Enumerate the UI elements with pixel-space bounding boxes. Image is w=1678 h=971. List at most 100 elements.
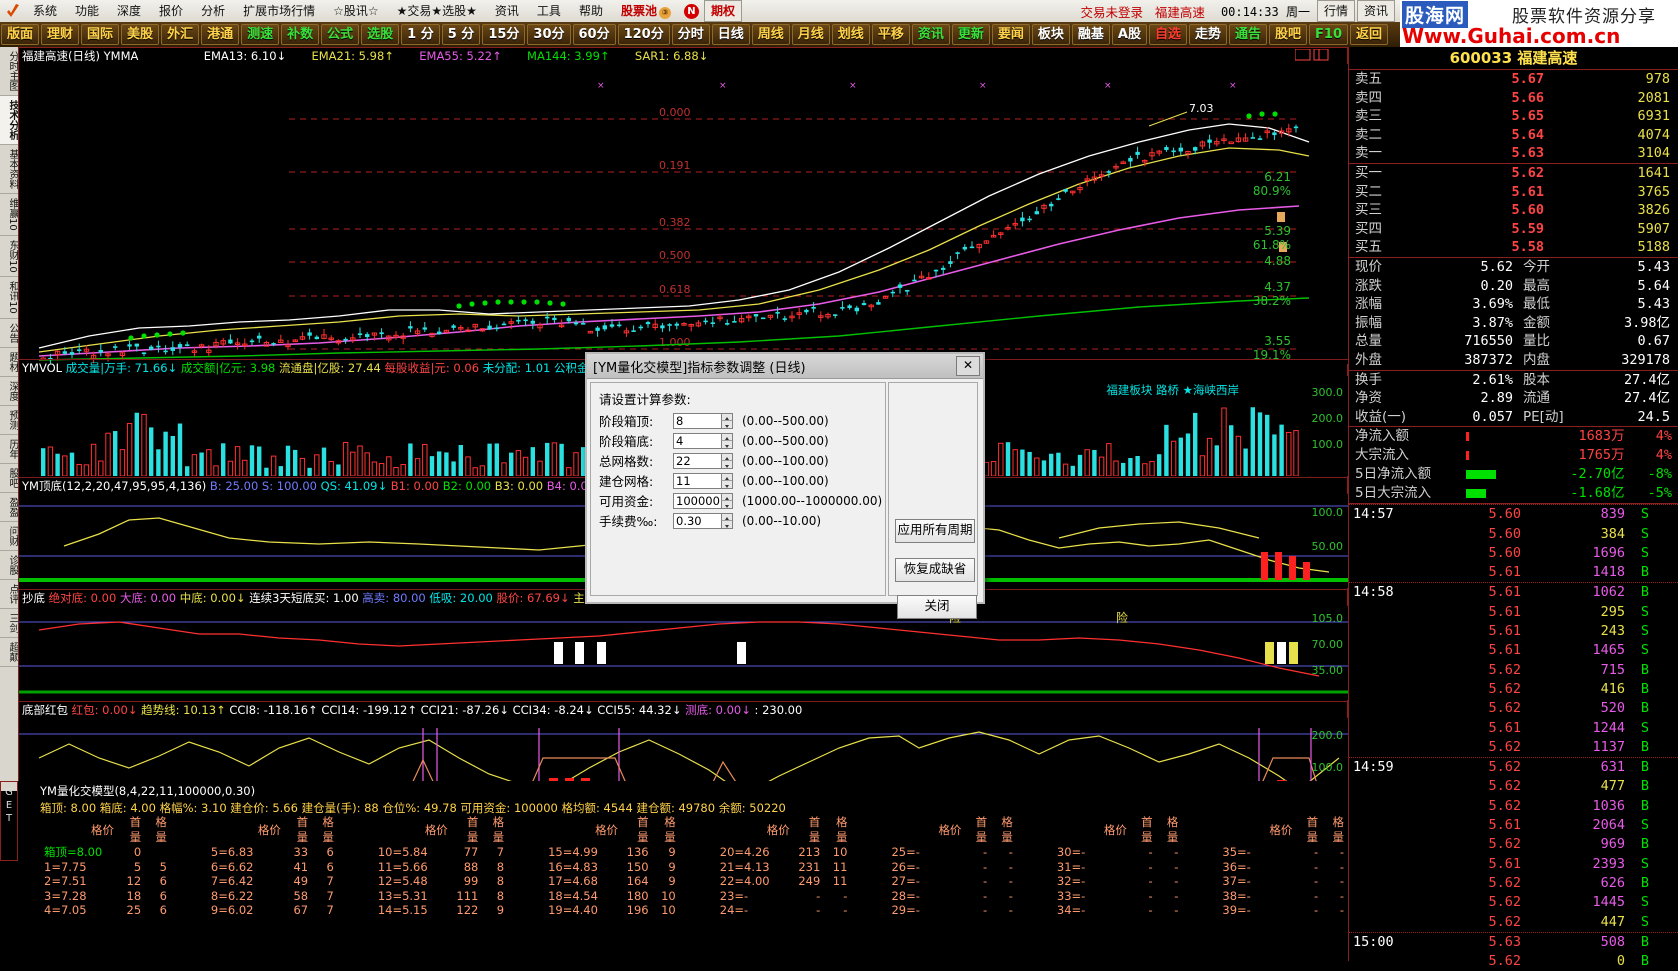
toolbar-button-选股[interactable]: 选股 <box>361 24 400 45</box>
dialog-input-4[interactable] <box>674 493 726 508</box>
toolbar-button-平移[interactable]: 平移 <box>871 24 910 45</box>
toolbar-button-120分[interactable]: 120分 <box>617 24 670 45</box>
menu-item-tools[interactable]: 工具 <box>528 1 570 21</box>
side-tab-2[interactable]: 基本资料 <box>0 145 18 194</box>
side-tab-11[interactable]: 股吧 <box>0 464 18 494</box>
trade-tick-row[interactable]: 5.61 1418 B <box>1349 563 1678 582</box>
toolbar-button-走势[interactable]: 走势 <box>1188 24 1227 45</box>
side-tab-1[interactable]: 技术分析 <box>0 96 18 145</box>
toolbar-button-60分[interactable]: 60分 <box>572 24 616 45</box>
trade-tick-row[interactable]: 5.62 416 B <box>1349 680 1678 699</box>
trade-tick-row[interactable]: 14:59 5.62 631 B <box>1349 757 1678 777</box>
toolbar-button-更新[interactable]: 更新 <box>951 24 990 45</box>
dialog-spinner-4[interactable] <box>673 492 733 509</box>
bid-row[interactable]: 买四 5.59 5907 <box>1349 220 1678 239</box>
side-tab-13[interactable]: 问财 <box>0 522 18 552</box>
spinner-arrows-icon-5[interactable] <box>721 513 732 528</box>
toolbar-button-5分[interactable]: 5 分 <box>441 24 481 45</box>
side-tab-6[interactable]: 公告 <box>0 319 18 349</box>
dialog-spinner-0[interactable] <box>673 412 733 429</box>
bid-row[interactable]: 买五 5.58 5188 <box>1349 238 1678 257</box>
side-tab-4[interactable]: 东财10 <box>0 236 18 278</box>
trade-tick-row[interactable]: 5.62 1445 S <box>1349 893 1678 912</box>
toolbar-button-划线[interactable]: 划线 <box>831 24 870 45</box>
menu-item-extended-market[interactable]: 扩展市场行情 <box>234 1 324 21</box>
trade-tick-row[interactable]: 5.61 243 S <box>1349 622 1678 641</box>
dialog-input-0[interactable] <box>674 413 726 428</box>
spinner-arrows-icon-0[interactable] <box>721 413 732 428</box>
menu-item-stock-pool[interactable]: 股票池 ③ <box>612 1 680 21</box>
chart-window-controls[interactable] <box>1295 49 1329 61</box>
spinner-arrows-icon-3[interactable] <box>721 473 732 488</box>
toolbar-button-港通[interactable]: 港通 <box>201 24 240 45</box>
dialog-spinner-1[interactable] <box>673 432 733 449</box>
toolbar-button-融基[interactable]: 融基 <box>1071 24 1110 45</box>
spinner-arrows-icon-1[interactable] <box>721 433 732 448</box>
ask-row[interactable]: 卖三 5.65 6931 <box>1349 107 1678 126</box>
ask-row[interactable]: 卖五 5.67 978 <box>1349 70 1678 89</box>
side-tab-15[interactable]: 点评 <box>0 580 18 610</box>
toolbar-button-月线[interactable]: 月线 <box>791 24 830 45</box>
dialog-input-3[interactable] <box>674 473 726 488</box>
trade-tick-row[interactable]: 5.62 0 B <box>1349 952 1678 971</box>
side-tab-16[interactable]: 三剑 <box>0 609 18 639</box>
trade-ticker[interactable]: 14:57 5.60 839 S 5.60 384 S 5.60 1696 S 5.61 1418 B 1… <box>1349 503 1678 971</box>
trade-tick-row[interactable]: 5.61 2064 S <box>1349 816 1678 835</box>
toolbar-button-美股[interactable]: 美股 <box>121 24 160 45</box>
toolbar-button-外汇[interactable]: 外汇 <box>161 24 200 45</box>
side-tab-5[interactable]: 和讯10 <box>0 277 18 320</box>
side-tab-3[interactable]: 维赢10 <box>0 194 18 236</box>
toolbar-button-1分[interactable]: 1 分 <box>401 24 440 45</box>
parameter-dialog[interactable]: [YM量化交模型]指标参数调整 (日线) ✕ 请设置计算参数: 阶段箱顶: (0.… <box>585 352 985 619</box>
tab-market[interactable]: 行情 <box>1316 0 1355 22</box>
toolbar-button-A股[interactable]: A股 <box>1111 24 1147 45</box>
menu-item-analysis[interactable]: 分析 <box>192 1 234 21</box>
quote-title[interactable]: 600033 福建高速 <box>1349 47 1678 70</box>
side-tab-14[interactable]: 诊股 <box>0 551 18 581</box>
ask-row[interactable]: 卖四 5.66 2081 <box>1349 89 1678 108</box>
trade-tick-row[interactable]: 5.62 520 B <box>1349 699 1678 718</box>
trade-tick-row[interactable]: 5.61 1244 S <box>1349 719 1678 738</box>
toolbar-button-理财[interactable]: 理财 <box>41 24 80 45</box>
spinner-arrows-icon-2[interactable] <box>721 453 732 468</box>
menu-item-info[interactable]: 资讯 <box>486 1 528 21</box>
trade-tick-row[interactable]: 14:57 5.60 839 S <box>1349 504 1678 524</box>
side-tab-7[interactable]: 题材 <box>0 348 18 378</box>
toolbar-button-周线[interactable]: 周线 <box>751 24 790 45</box>
dialog-spinner-2[interactable] <box>673 452 733 469</box>
trade-tick-row[interactable]: 5.61 2393 S <box>1349 855 1678 874</box>
toolbar-button-分时[interactable]: 分时 <box>671 24 710 45</box>
menu-item-trade-stockpick[interactable]: ★交易★选股★ <box>388 1 486 21</box>
toolbar-button-F10[interactable]: F10 <box>1309 24 1349 45</box>
toolbar-button-自选[interactable]: 自选 <box>1148 24 1187 45</box>
toolbar-button-版面[interactable]: 版面 <box>1 24 40 45</box>
menu-item-stock-news[interactable]: ☆股讯☆ <box>324 1 388 21</box>
side-tab-10[interactable]: 历年 <box>0 435 18 465</box>
bid-ladder[interactable]: 买一 5.62 1641 买二 5.61 3765 买三 5.60 3826 买四 5.59 5907… <box>1349 162 1678 257</box>
dialog-input-5[interactable] <box>674 513 726 528</box>
toolbar-button-资讯[interactable]: 资讯 <box>911 24 950 45</box>
dialog-spinner-3[interactable] <box>673 472 733 489</box>
toolbar-button-要闻[interactable]: 要闻 <box>991 24 1030 45</box>
toolbar-button-日线[interactable]: 日线 <box>711 24 750 45</box>
bid-row[interactable]: 买三 5.60 3826 <box>1349 201 1678 220</box>
dialog-input-1[interactable] <box>674 433 726 448</box>
trade-tick-row[interactable]: 5.62 477 B <box>1349 777 1678 796</box>
price-chart-canvas[interactable]: 0.000 0.191 0.382 0.500 0.618 1.000 × × × × × × <box>19 64 1349 364</box>
get-side-tab[interactable]: GET <box>0 781 18 861</box>
toolbar-button-通告[interactable]: 通告 <box>1229 24 1268 45</box>
trade-login-status[interactable]: 交易未登录 福建高速 <box>1070 2 1214 21</box>
toolbar-button-返回[interactable]: 返回 <box>1350 24 1389 45</box>
toolbar-button-15分[interactable]: 15分 <box>482 24 526 45</box>
trade-tick-row[interactable]: 5.61 295 S <box>1349 603 1678 622</box>
dialog-input-2[interactable] <box>674 453 726 468</box>
trade-tick-row[interactable]: 5.60 384 S <box>1349 525 1678 544</box>
bid-row[interactable]: 买二 5.61 3765 <box>1349 183 1678 202</box>
side-tab-17[interactable]: 超颠 <box>0 638 18 668</box>
toolbar-button-补数[interactable]: 补数 <box>281 24 320 45</box>
toolbar-button-公式[interactable]: 公式 <box>321 24 360 45</box>
bid-row[interactable]: 买一 5.62 1641 <box>1349 164 1678 183</box>
apply-all-periods-button[interactable]: 应用所有周期 <box>895 519 975 543</box>
menu-item-depth[interactable]: 深度 <box>108 1 150 21</box>
trade-tick-row[interactable]: 5.60 1696 S <box>1349 544 1678 563</box>
